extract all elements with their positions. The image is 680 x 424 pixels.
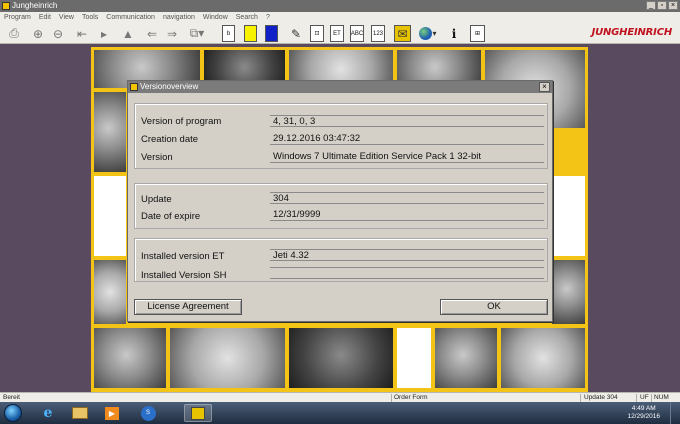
order-form-label[interactable]: Order Form xyxy=(394,393,428,402)
print-icon[interactable]: ⎙ xyxy=(6,25,22,42)
menu-search[interactable]: Search xyxy=(236,12,258,23)
sh-version-label: Installed Version SH xyxy=(141,270,227,281)
update-info-group: Update 304 Date of expire 12/31/9999 xyxy=(134,183,548,229)
license-agreement-button[interactable]: License Agreement xyxy=(134,299,242,315)
cart-icon[interactable]: ⊡ xyxy=(310,25,324,42)
blue-marker-icon[interactable] xyxy=(265,25,278,42)
update-value: 304 xyxy=(270,192,544,204)
sh-version-value xyxy=(270,267,544,279)
mosaic-tile-image xyxy=(434,327,498,389)
jungheinrich-app-icon[interactable] xyxy=(184,404,212,422)
window-title: Jungheinrich xyxy=(12,1,58,10)
update-status: Update 304 xyxy=(584,394,618,401)
mosaic-tile-image xyxy=(93,91,127,173)
mosaic-tile-image xyxy=(500,327,586,389)
et-icon[interactable]: ET xyxy=(330,25,344,42)
info-icon[interactable]: i xyxy=(448,25,460,42)
number-icon[interactable]: 123 xyxy=(371,25,385,42)
et-version-value: Jeti 4.32 xyxy=(270,249,544,261)
mosaic-tile-image xyxy=(396,327,432,389)
version-overview-dialog: Versionoverview × Version of program 4, … xyxy=(127,80,553,322)
mosaic-tile-image xyxy=(169,327,286,389)
abc-icon[interactable]: ABC xyxy=(350,25,364,42)
zoom-in-icon[interactable]: ⊕ xyxy=(30,25,46,42)
close-button[interactable]: × xyxy=(668,1,678,10)
back-arrow-icon[interactable]: ⇐ xyxy=(144,25,160,42)
expire-date-value: 12/31/9999 xyxy=(270,209,544,221)
program-version-value: 4, 31, 0, 3 xyxy=(270,115,544,127)
mosaic-tile-blank xyxy=(551,175,586,257)
creation-date-label: Creation date xyxy=(141,134,199,145)
dialog-titlebar: Versionoverview × xyxy=(128,81,552,93)
start-button[interactable] xyxy=(4,404,22,422)
app-icon xyxy=(2,2,10,10)
mosaic-tile-image xyxy=(93,327,167,389)
program-info-group: Version of program 4, 31, 0, 3 Creation … xyxy=(134,103,548,169)
up-icon[interactable]: ▲ xyxy=(120,25,136,42)
forward-arrow-icon[interactable]: ⇒ xyxy=(164,25,180,42)
uf-indicator: UF xyxy=(640,394,649,401)
restore-button[interactable]: ▫ xyxy=(657,1,667,10)
mosaic-tile-blank xyxy=(93,175,127,257)
first-page-icon[interactable]: ⇤ xyxy=(74,25,90,42)
yellow-marker-icon[interactable] xyxy=(244,25,257,42)
update-label: Update xyxy=(141,194,172,205)
menu-program[interactable]: Program xyxy=(4,12,31,23)
et-version-label: Installed version ET xyxy=(141,251,225,262)
system-clock[interactable]: 4:49 AM 12/29/2016 xyxy=(627,405,660,421)
ok-button[interactable]: OK xyxy=(440,299,548,315)
status-bar: Bereit Order Form Update 304 UF NUM xyxy=(0,392,680,402)
creation-date-value: 29.12.2016 03:47:32 xyxy=(270,133,544,145)
minimize-button[interactable]: _ xyxy=(646,1,656,10)
clock-time: 4:49 AM xyxy=(631,405,656,412)
installed-versions-group: Installed version ET Jeti 4.32 Installed… xyxy=(134,238,548,282)
mosaic-tile-image xyxy=(93,259,127,325)
window-titlebar: Jungheinrich _ ▫ × xyxy=(0,0,680,12)
next-page-icon[interactable]: ▸ xyxy=(96,25,112,42)
menu-view[interactable]: View xyxy=(59,12,74,23)
menu-communication[interactable]: Communication xyxy=(106,12,155,23)
status-text: Bereit xyxy=(3,394,20,401)
os-version-value: Windows 7 Ultimate Edition Service Pack … xyxy=(270,151,544,163)
menu-navigation[interactable]: navigation xyxy=(163,12,195,23)
toolbar: ⎙ ⊕ ⊖ ⇤ ▸ ▲ ⇐ ⇒ ⧉▾ b ✎ ⊡ ET ABC 123 ✉ ▾ … xyxy=(0,23,680,44)
os-version-label: Version xyxy=(141,152,173,163)
menu-window[interactable]: Window xyxy=(203,12,228,23)
program-version-label: Version of program xyxy=(141,116,222,127)
expire-date-label: Date of expire xyxy=(141,211,201,222)
dialog-close-button[interactable]: × xyxy=(539,82,550,92)
menu-edit[interactable]: Edit xyxy=(39,12,51,23)
num-lock-indicator: NUM xyxy=(654,394,669,401)
clock-date: 12/29/2016 xyxy=(627,413,660,420)
file-explorer-icon[interactable] xyxy=(66,404,94,422)
dialog-app-icon xyxy=(130,83,138,91)
menu-help[interactable]: ? xyxy=(266,12,270,23)
taskbar: e ▶ S 4:49 AM 12/29/2016 xyxy=(0,402,680,424)
mosaic-tile-image xyxy=(551,259,586,325)
zoom-out-icon[interactable]: ⊖ xyxy=(50,25,66,42)
internet-explorer-icon[interactable]: e xyxy=(34,404,62,422)
media-player-icon[interactable]: ▶ xyxy=(98,404,126,422)
pen-tool-icon[interactable]: ✎ xyxy=(288,25,304,42)
b-document-icon[interactable]: b xyxy=(222,25,235,42)
brand-logo: JUNGHEINRICH xyxy=(591,27,673,38)
dialog-title: Versionoverview xyxy=(140,82,199,91)
version-overview-icon[interactable]: ✉ xyxy=(394,25,411,42)
exit-icon[interactable]: ⊞ xyxy=(470,25,485,42)
show-desktop-button[interactable] xyxy=(670,402,680,424)
globe-dropdown-icon[interactable]: ▾ xyxy=(416,25,440,42)
menu-tools[interactable]: Tools xyxy=(82,12,98,23)
network-app-icon[interactable]: S xyxy=(134,404,162,422)
mosaic-tile-image xyxy=(288,327,394,389)
copy-dropdown-icon[interactable]: ⧉▾ xyxy=(186,25,208,42)
menu-bar: Program Edit View Tools Communication na… xyxy=(0,12,680,23)
